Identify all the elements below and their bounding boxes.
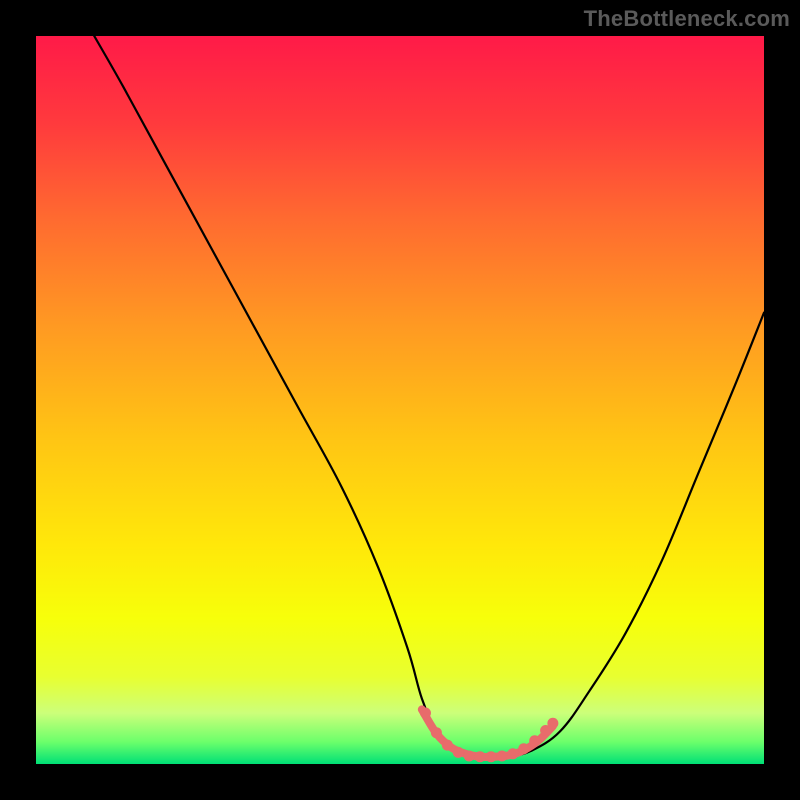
highlight-dot — [518, 743, 529, 754]
curve-layer — [36, 36, 764, 764]
plot-area — [36, 36, 764, 764]
highlight-dot — [529, 735, 540, 746]
highlight-dot — [496, 750, 507, 761]
highlight-dot — [420, 708, 431, 719]
highlight-dot — [442, 740, 453, 751]
chart-frame: TheBottleneck.com — [0, 0, 800, 800]
highlight-dots — [420, 708, 558, 763]
highlight-dot — [464, 750, 475, 761]
highlight-dot — [431, 727, 442, 738]
watermark-label: TheBottleneck.com — [584, 6, 790, 32]
highlight-dot — [486, 751, 497, 762]
bottleneck-curve — [94, 36, 764, 757]
highlight-dot — [453, 747, 464, 758]
highlight-dot — [507, 748, 518, 759]
highlight-dot — [475, 751, 486, 762]
highlight-dot — [547, 718, 558, 729]
